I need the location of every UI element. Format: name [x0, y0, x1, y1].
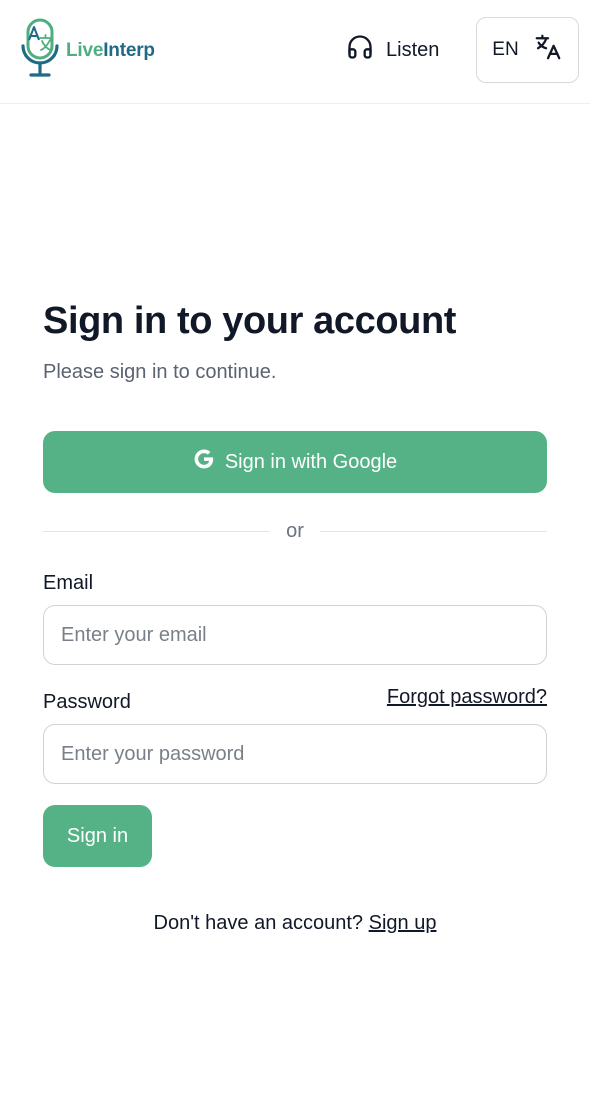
signup-prompt: Don't have an account? — [153, 912, 364, 934]
language-code: EN — [492, 39, 519, 60]
password-field[interactable] — [43, 724, 547, 784]
listen-link[interactable]: Listen — [346, 30, 439, 70]
app-logo[interactable]: LiveInterp — [20, 18, 155, 85]
page-title: Sign in to your account — [43, 300, 457, 342]
divider-line-left — [43, 530, 271, 532]
email-label: Email — [43, 572, 94, 594]
brand-name: LiveInterp — [66, 40, 155, 62]
brand-name-interp: Interp — [103, 40, 155, 61]
page-subtitle: Please sign in to continue. — [43, 361, 277, 383]
signup-prompt-row: Don't have an account? Sign up — [0, 912, 590, 935]
translate-icon — [533, 32, 563, 68]
headphones-icon — [346, 33, 374, 67]
email-field[interactable] — [43, 605, 547, 665]
google-g-icon — [193, 448, 215, 476]
google-signin-label: Sign in with Google — [224, 450, 398, 473]
listen-label: Listen — [386, 38, 440, 61]
or-divider: or — [43, 516, 548, 546]
google-signin-button[interactable]: Sign in with Google — [43, 431, 547, 493]
top-navbar: LiveInterp Listen EN — [0, 0, 590, 104]
divider-text: or — [286, 519, 304, 542]
divider-line-right — [319, 530, 548, 532]
brand-name-live: Live — [66, 40, 104, 61]
signup-link[interactable]: Sign up — [369, 912, 437, 934]
forgot-password-link[interactable]: Forgot password? — [387, 686, 547, 709]
microphone-translate-icon — [20, 18, 60, 85]
password-label: Password — [43, 691, 131, 713]
language-selector[interactable]: EN — [476, 17, 579, 83]
signin-button[interactable]: Sign in — [43, 805, 152, 867]
